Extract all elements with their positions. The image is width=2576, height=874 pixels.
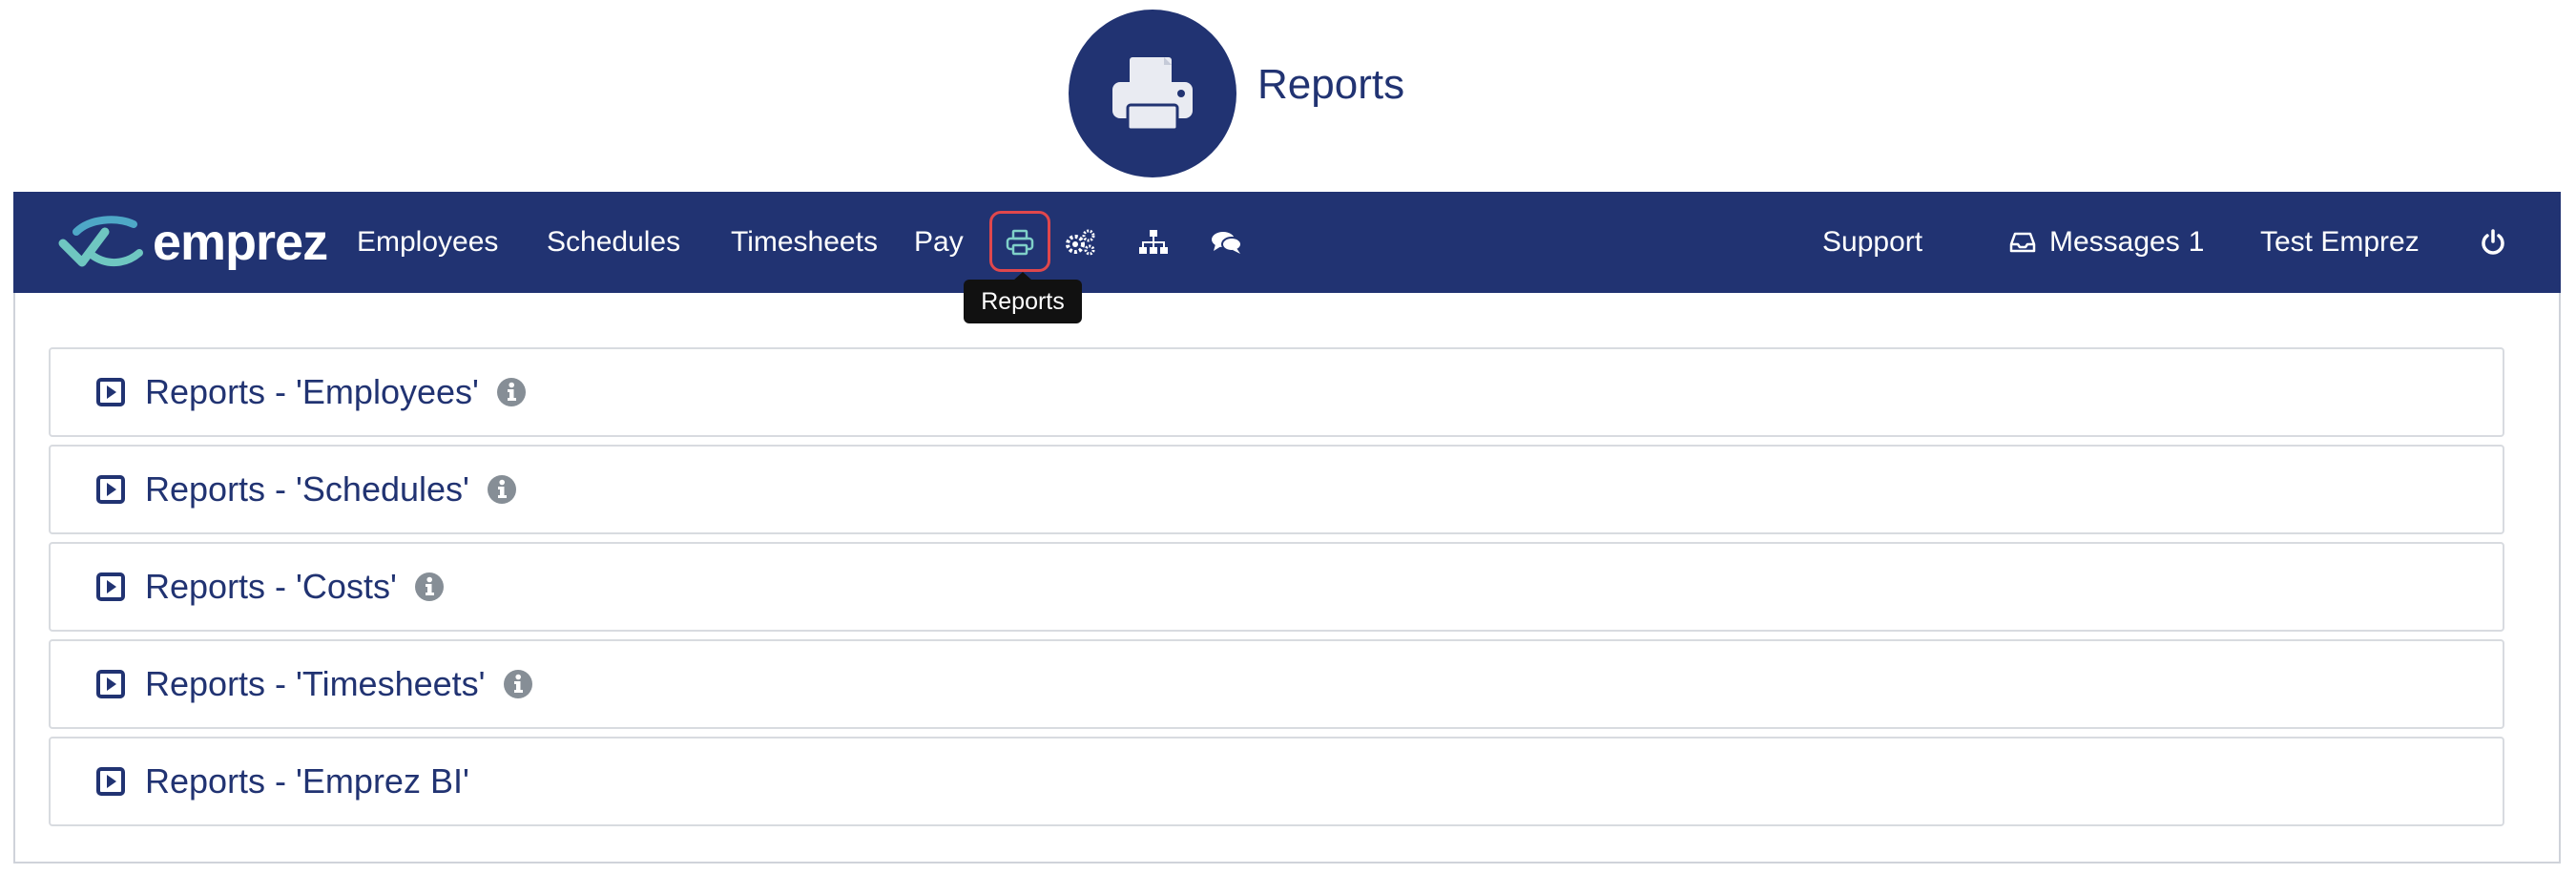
sitemap-icon bbox=[1139, 230, 1168, 254]
report-panel-title: Reports - 'Timesheets' bbox=[145, 664, 486, 703]
messages-count: 1 bbox=[2188, 226, 2205, 258]
info-icon[interactable] bbox=[496, 377, 527, 407]
emprez-logo[interactable]: emprez bbox=[57, 211, 328, 274]
nav-chat-button[interactable] bbox=[1210, 226, 1244, 259]
logout-button[interactable] bbox=[2477, 226, 2509, 259]
play-square-icon bbox=[96, 572, 125, 601]
reports-tooltip: Reports bbox=[964, 280, 1082, 323]
nav-settings-button[interactable] bbox=[1063, 226, 1097, 259]
report-panel-title: Reports - 'Costs' bbox=[145, 567, 397, 606]
report-panel-employees[interactable]: Reports - 'Employees' bbox=[49, 347, 2504, 437]
top-navbar: emprez Employees Schedules Timesheets Pa… bbox=[13, 192, 2561, 293]
report-panel-timesheets[interactable]: Reports - 'Timesheets' bbox=[49, 639, 2504, 729]
page: Reports emprez Employees Schedules Times… bbox=[0, 0, 2576, 874]
nav-support[interactable]: Support bbox=[1822, 192, 1922, 293]
nav-messages[interactable]: Messages 1 bbox=[2009, 192, 2204, 293]
chat-icon bbox=[1212, 232, 1242, 254]
report-panel-title: Reports - 'Employees' bbox=[145, 372, 479, 411]
play-square-icon bbox=[96, 670, 125, 698]
printer-icon bbox=[1112, 57, 1193, 132]
power-icon bbox=[2482, 229, 2504, 255]
nav-user-menu[interactable]: Test Emprez bbox=[2260, 192, 2420, 293]
nav-timesheets[interactable]: Timesheets bbox=[731, 192, 878, 293]
reports-hero-badge bbox=[1069, 10, 1236, 177]
emprez-logo-mark bbox=[58, 216, 143, 267]
report-panel-costs[interactable]: Reports - 'Costs' bbox=[49, 542, 2504, 632]
messages-label: Messages bbox=[2049, 226, 2180, 258]
nav-employees[interactable]: Employees bbox=[357, 192, 498, 293]
info-icon[interactable] bbox=[503, 669, 533, 699]
play-square-icon bbox=[96, 475, 125, 504]
report-panel-schedules[interactable]: Reports - 'Schedules' bbox=[49, 445, 2504, 534]
play-square-icon bbox=[96, 378, 125, 406]
logo-text: emprez bbox=[153, 214, 328, 271]
info-icon[interactable] bbox=[414, 572, 445, 602]
page-title: Reports bbox=[1257, 61, 1405, 108]
report-panel-emprez-bi[interactable]: Reports - 'Emprez BI' bbox=[49, 737, 2504, 826]
inbox-icon bbox=[2009, 232, 2036, 253]
info-icon[interactable] bbox=[487, 474, 517, 505]
play-square-icon bbox=[96, 767, 125, 796]
reports-icon-highlight bbox=[989, 211, 1050, 272]
nav-schedules[interactable]: Schedules bbox=[547, 192, 680, 293]
nav-pay[interactable]: Pay bbox=[914, 192, 964, 293]
cogs-icon bbox=[1066, 229, 1095, 256]
report-panel-title: Reports - 'Emprez BI' bbox=[145, 761, 469, 801]
report-panel-title: Reports - 'Schedules' bbox=[145, 469, 469, 509]
nav-org-chart-button[interactable] bbox=[1137, 226, 1170, 259]
